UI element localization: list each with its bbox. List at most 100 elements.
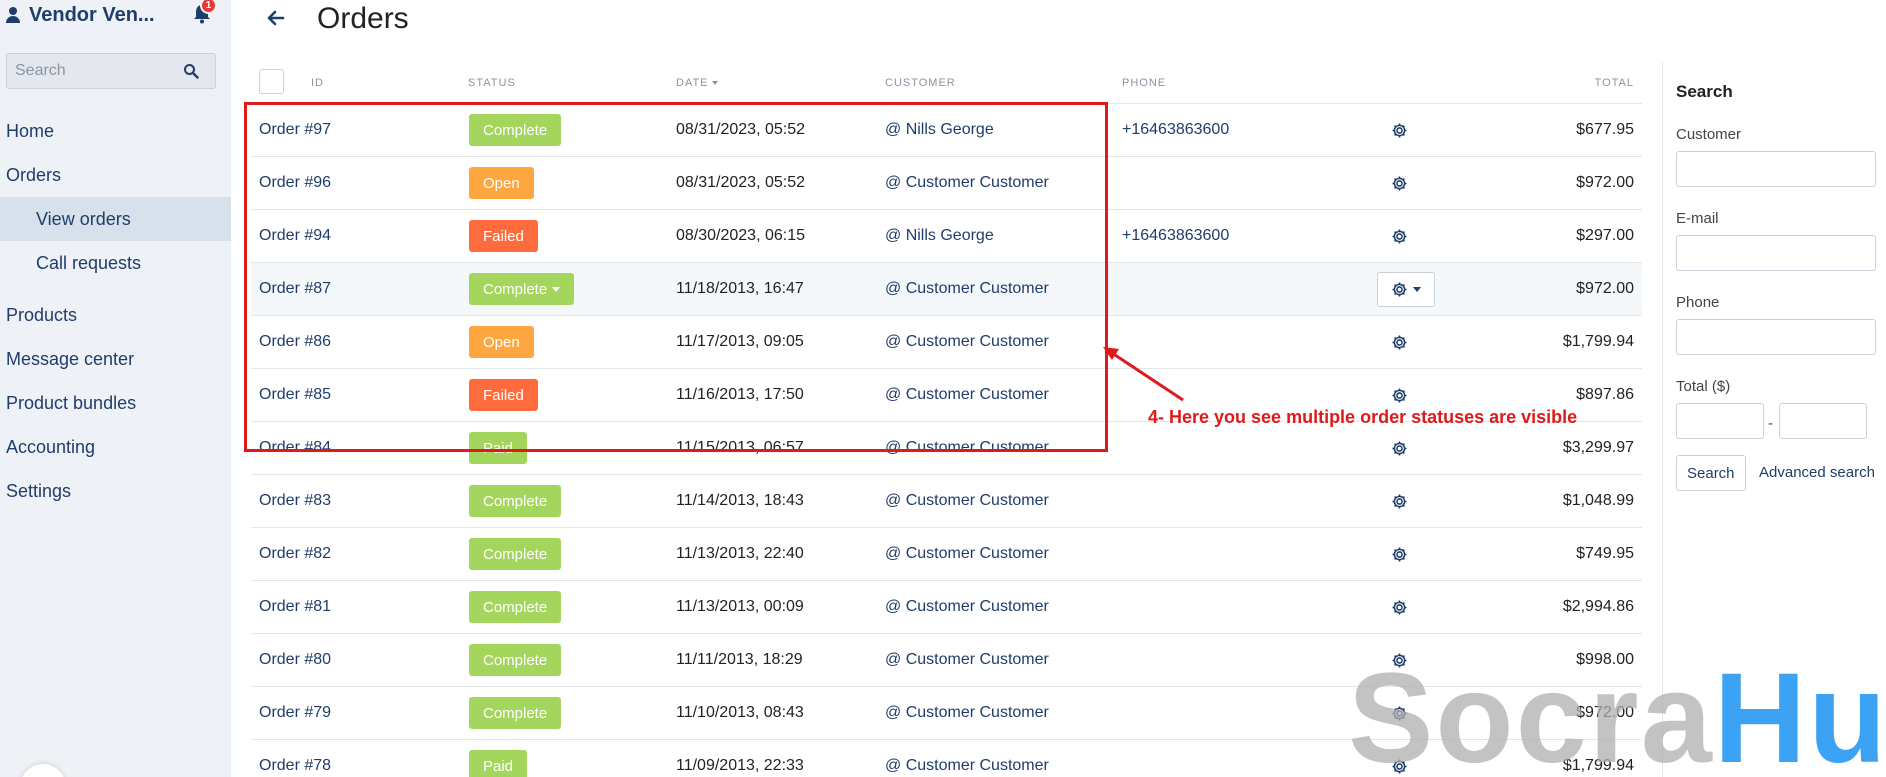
column-total[interactable]: TOTAL	[1595, 77, 1634, 89]
sidebar-item-message-center[interactable]: Message center	[6, 349, 134, 370]
order-total: $3,299.97	[1562, 439, 1634, 456]
order-total: $1,048.99	[1562, 492, 1634, 509]
order-id-link[interactable]: Order #78	[259, 757, 331, 775]
total-min-field[interactable]	[1676, 403, 1764, 439]
gear-icon[interactable]	[1391, 122, 1408, 139]
order-total: $1,799.94	[1562, 757, 1634, 774]
column-date[interactable]: DATE	[676, 77, 718, 89]
customer-field[interactable]	[1676, 151, 1876, 187]
status-badge: Complete	[469, 644, 562, 676]
panel-divider	[1662, 62, 1663, 777]
order-total: $897.86	[1576, 386, 1634, 403]
status-badge: Complete	[469, 591, 562, 623]
table-header: ID STATUS DATE CUSTOMER PHONE TOTAL	[251, 56, 1642, 104]
annotation-arrow-icon	[1095, 340, 1195, 410]
chevron-down-icon	[1413, 287, 1421, 292]
column-id[interactable]: ID	[311, 77, 324, 89]
sidebar-item-home[interactable]: Home	[6, 121, 54, 142]
order-id-link[interactable]: Order #81	[259, 598, 331, 616]
order-date: 11/11/2013, 18:29	[676, 651, 803, 668]
gear-icon[interactable]	[1391, 334, 1408, 351]
total-max-field[interactable]	[1779, 403, 1867, 439]
order-id-link[interactable]: Order #79	[259, 704, 331, 722]
status-badge: Complete	[469, 697, 562, 729]
column-phone[interactable]: PHONE	[1122, 77, 1166, 89]
page-title: Orders	[317, 2, 409, 35]
status-badge: Paid	[469, 750, 528, 777]
column-status[interactable]: STATUS	[468, 77, 516, 89]
total-label: Total ($)	[1676, 378, 1731, 395]
customer-link[interactable]: @ Customer Customer	[885, 704, 1049, 722]
order-date: 11/13/2013, 22:40	[676, 545, 804, 562]
table-row[interactable]: Order #82 Complete 11/13/2013, 22:40 @ Cust…	[251, 528, 1642, 581]
gear-icon[interactable]	[1391, 175, 1408, 192]
order-total: $972.00	[1576, 174, 1634, 191]
gear-icon[interactable]	[1391, 652, 1408, 669]
customer-link[interactable]: @ Customer Customer	[885, 757, 1049, 775]
email-label: E-mail	[1676, 210, 1719, 227]
gear-icon[interactable]	[1391, 599, 1408, 616]
order-total: $1,799.94	[1562, 333, 1634, 350]
table-row[interactable]: Order #78 Paid 11/09/2013, 22:33 @ Customer…	[251, 740, 1642, 777]
filter-title: Search	[1676, 82, 1733, 101]
sidebar-search-input[interactable]	[7, 62, 177, 80]
sidebar-item-accounting[interactable]: Accounting	[6, 437, 95, 458]
table-row[interactable]: Order #80 Complete 11/11/2013, 18:29 @ Cust…	[251, 634, 1642, 687]
gear-icon[interactable]	[1391, 493, 1408, 510]
table-row[interactable]: Order #81 Complete 11/13/2013, 00:09 @ Cust…	[251, 581, 1642, 634]
table-row[interactable]: Order #79 Complete 11/10/2013, 08:43 @ Cust…	[251, 687, 1642, 740]
gear-icon[interactable]	[1391, 440, 1408, 457]
email-field[interactable]	[1676, 235, 1876, 271]
order-id-link[interactable]: Order #82	[259, 545, 331, 563]
back-arrow-icon[interactable]	[266, 8, 286, 28]
order-total: $972.00	[1576, 704, 1634, 721]
gear-icon[interactable]	[1391, 705, 1408, 722]
annotation-text: 4- Here you see multiple order statuses …	[1148, 407, 1578, 427]
sidebar-search	[6, 53, 216, 89]
order-date: 11/13/2013, 00:09	[676, 598, 804, 615]
phone-label: Phone	[1676, 294, 1720, 311]
sidebar-item-orders[interactable]: Orders	[6, 165, 61, 186]
order-total: $998.00	[1576, 651, 1634, 668]
sidebar-item-settings[interactable]: Settings	[6, 481, 71, 502]
brand-name[interactable]: Vendor Ven...	[29, 4, 155, 27]
order-date: 11/10/2013, 08:43	[676, 704, 804, 721]
advanced-search-link[interactable]: Advanced search	[1759, 464, 1875, 481]
help-bubble[interactable]	[20, 764, 66, 777]
phone-link[interactable]: +16463863600	[1122, 121, 1229, 139]
gear-icon[interactable]	[1391, 546, 1408, 563]
sort-caret-icon	[711, 81, 718, 86]
customer-label: Customer	[1676, 126, 1742, 143]
table-row[interactable]: Order #83 Complete 11/14/2013, 18:43 @ Cust…	[251, 475, 1642, 528]
status-badge: Complete	[469, 485, 562, 517]
sidebar-item-view-orders[interactable]: View orders	[36, 209, 131, 230]
order-total: $677.95	[1576, 121, 1634, 138]
order-total: $2,994.86	[1562, 598, 1634, 615]
sidebar-item-products[interactable]: Products	[6, 305, 77, 326]
gear-icon[interactable]	[1391, 228, 1408, 245]
sidebar-item-call-requests[interactable]: Call requests	[36, 253, 141, 274]
column-customer[interactable]: CUSTOMER	[885, 77, 956, 89]
order-date: 11/09/2013, 22:33	[676, 757, 804, 774]
gear-icon[interactable]	[1391, 387, 1408, 404]
sidebar-item-product-bundles[interactable]: Product bundles	[6, 393, 136, 414]
phone-field[interactable]	[1676, 319, 1876, 355]
order-total: $972.00	[1576, 280, 1634, 297]
customer-link[interactable]: @ Customer Customer	[885, 651, 1049, 669]
phone-link[interactable]: +16463863600	[1122, 227, 1229, 245]
order-id-link[interactable]: Order #83	[259, 492, 331, 510]
status-badge: Complete	[469, 538, 562, 570]
sidebar: Vendor Ven... 1 Home Orders View orders …	[0, 0, 231, 777]
order-id-link[interactable]: Order #80	[259, 651, 331, 669]
row-actions-button[interactable]	[1377, 272, 1435, 307]
customer-link[interactable]: @ Customer Customer	[885, 545, 1049, 563]
customer-link[interactable]: @ Customer Customer	[885, 598, 1049, 616]
search-button[interactable]: Search	[1676, 455, 1746, 491]
brand[interactable]: Vendor Ven...	[6, 2, 155, 28]
gear-icon[interactable]	[1391, 758, 1408, 775]
customer-link[interactable]: @ Customer Customer	[885, 492, 1049, 510]
order-total: $297.00	[1576, 227, 1634, 244]
notification-badge: 1	[200, 0, 217, 14]
search-icon[interactable]	[183, 63, 199, 79]
select-all-checkbox[interactable]	[259, 69, 284, 94]
